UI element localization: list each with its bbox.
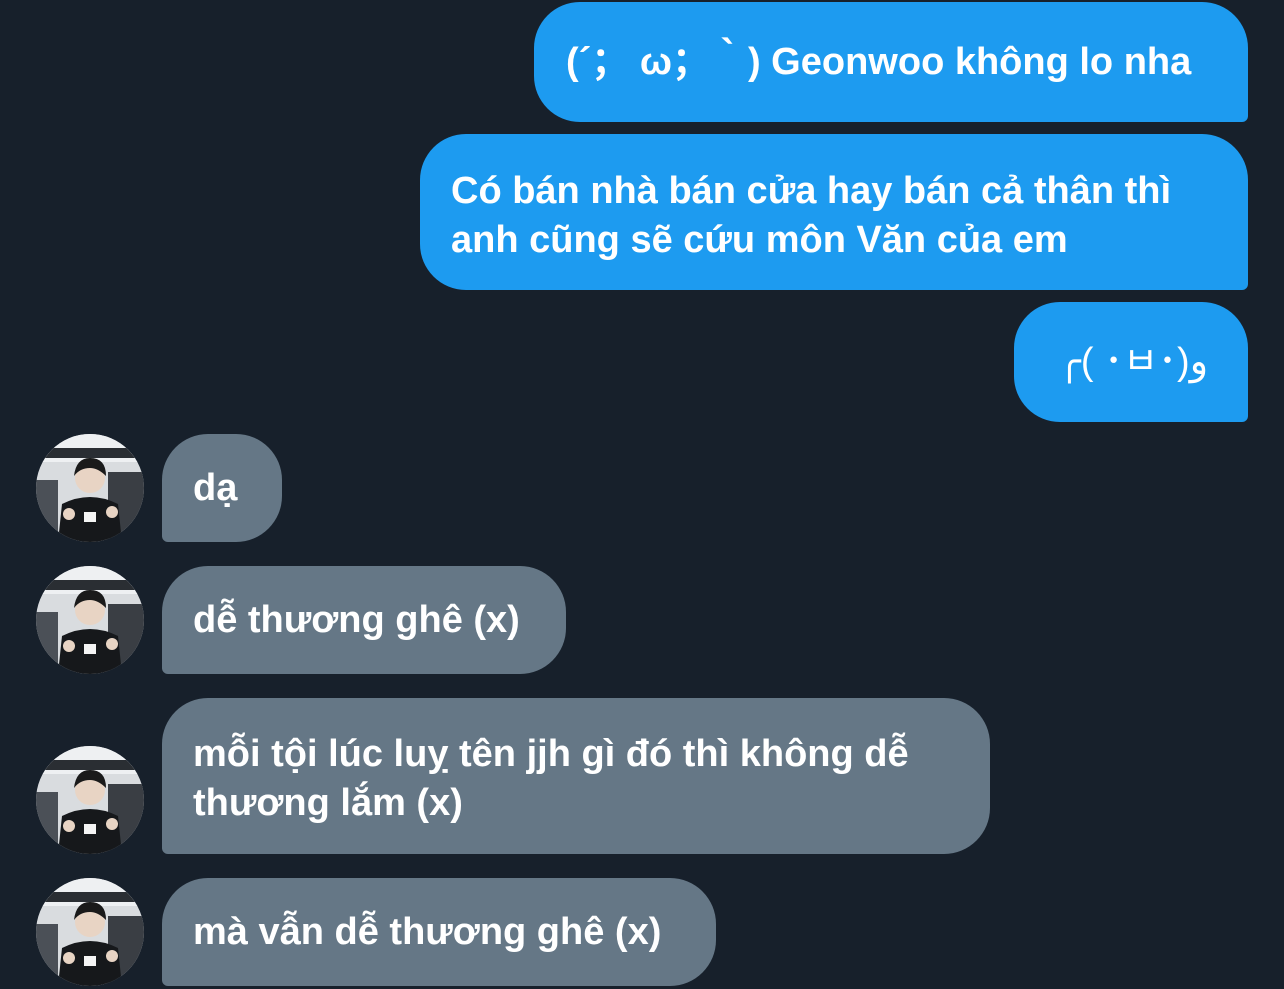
sent-message[interactable]: Có bán nhà bán cửa hay bán cả thân thì a… — [420, 134, 1248, 290]
user-avatar[interactable] — [36, 746, 144, 854]
chat-thread: (´； ω；｀) Geonwoo không lo nha Có bán nhà… — [0, 0, 1284, 989]
avatar-image — [36, 878, 144, 986]
user-avatar[interactable] — [36, 878, 144, 986]
received-message[interactable]: mỗi tội lúc luỵ tên jjh gì đó thì không … — [162, 698, 990, 854]
user-avatar[interactable] — [36, 434, 144, 542]
avatar-image — [36, 434, 144, 542]
sent-message[interactable]: ╭( ･ㅂ･)و — [1014, 302, 1248, 422]
received-message[interactable]: dễ thương ghê (x) — [162, 566, 566, 674]
sent-message[interactable]: (´； ω；｀) Geonwoo không lo nha — [534, 2, 1248, 122]
user-avatar[interactable] — [36, 566, 144, 674]
received-message[interactable]: dạ — [162, 434, 282, 542]
received-message[interactable]: mà vẫn dễ thương ghê (x) — [162, 878, 716, 986]
avatar-image — [36, 746, 144, 854]
avatar-image — [36, 566, 144, 674]
